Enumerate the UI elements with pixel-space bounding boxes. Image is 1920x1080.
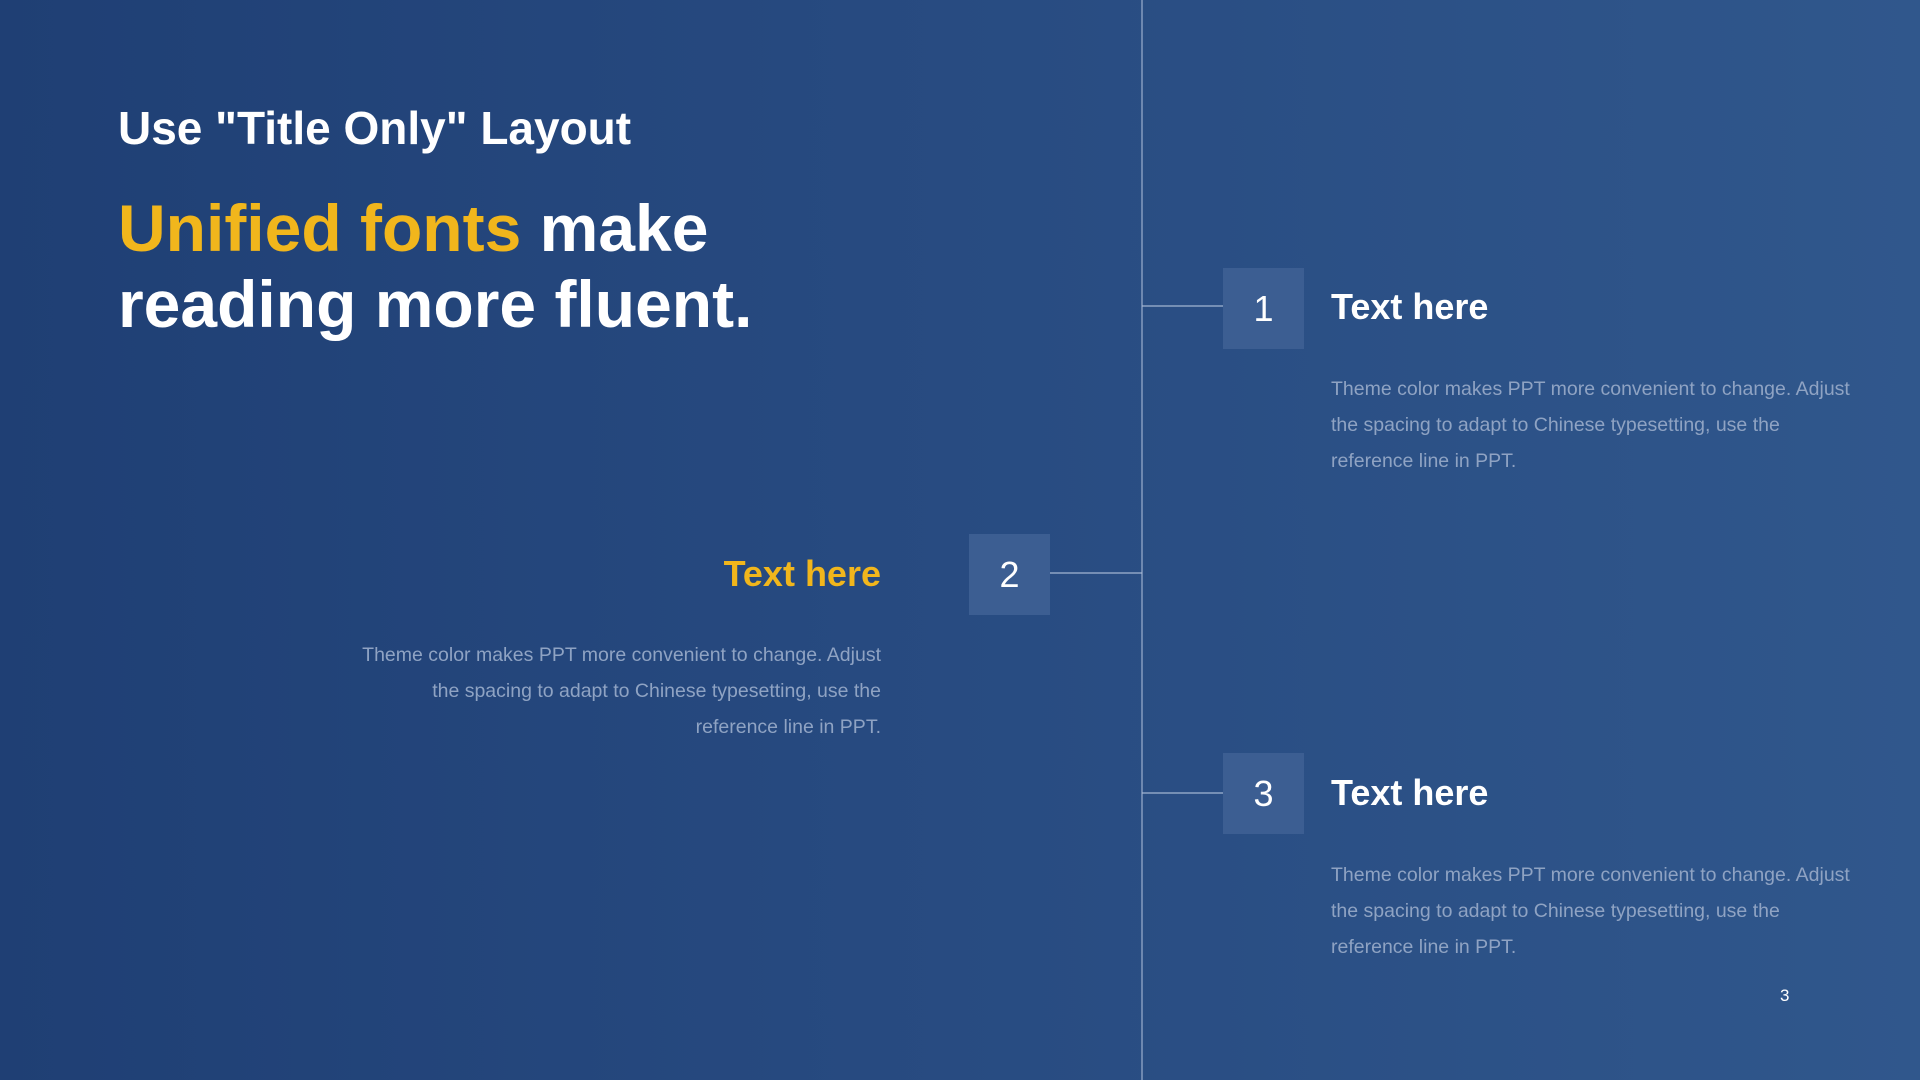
headline-line2: reading more fluent. bbox=[118, 267, 753, 341]
number-box-1: 1 bbox=[1223, 268, 1304, 349]
headline-rest: make bbox=[521, 191, 709, 265]
number-box-3: 3 bbox=[1223, 753, 1304, 834]
item-body-2: Theme color makes PPT more convenient to… bbox=[362, 644, 881, 738]
headline: Unified fonts make reading more fluent. bbox=[118, 190, 838, 342]
item-title-3: Text here bbox=[1331, 772, 1489, 813]
item-title-1: Text here bbox=[1331, 286, 1489, 327]
connector-line-1 bbox=[1142, 305, 1223, 307]
slide: Use "Title Only" Layout Unified fonts ma… bbox=[0, 0, 1920, 1080]
number-box-2: 2 bbox=[969, 534, 1050, 615]
item-title-2: Text here bbox=[723, 553, 881, 594]
connector-line-2 bbox=[1050, 572, 1142, 574]
connector-line-3 bbox=[1142, 792, 1223, 794]
headline-accent: Unified fonts bbox=[118, 191, 522, 265]
page-number: 3 bbox=[1780, 986, 1790, 1005]
timeline-vertical-line bbox=[1141, 0, 1143, 1080]
slide-title: Use "Title Only" Layout bbox=[118, 102, 632, 154]
item-body-1: Theme color makes PPT more convenient to… bbox=[1331, 378, 1850, 472]
item-body-3: Theme color makes PPT more convenient to… bbox=[1331, 864, 1850, 958]
